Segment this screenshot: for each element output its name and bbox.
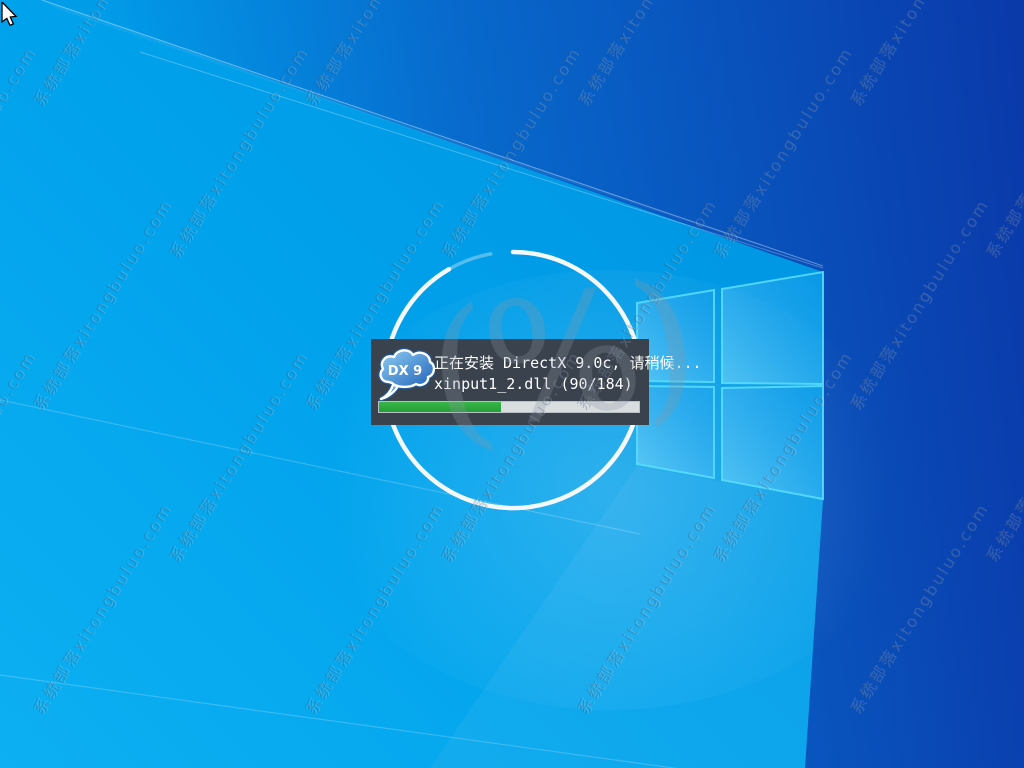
windows-logo-pane-top-right: [722, 272, 823, 384]
mouse-cursor-icon: [1, 2, 23, 32]
windows-logo-pane-bottom-right: [722, 386, 823, 499]
install-status-text: 正在安装 DirectX 9.0c, 请稍候...: [434, 352, 702, 373]
directx-installer-dialog: DX 9 正在安装 DirectX 9.0c, 请稍候... xinput1_2…: [371, 339, 649, 425]
directx9-logo-label: DX 9: [388, 364, 422, 379]
progress-bar: [378, 401, 640, 413]
desktop: DX 9 正在安装 DirectX 9.0c, 请稍候... xinput1_2…: [0, 0, 1024, 768]
progress-fill: [379, 402, 501, 412]
directx9-logo-icon: DX 9: [375, 345, 435, 403]
install-file-text: xinput1_2.dll (90/184): [434, 375, 633, 393]
